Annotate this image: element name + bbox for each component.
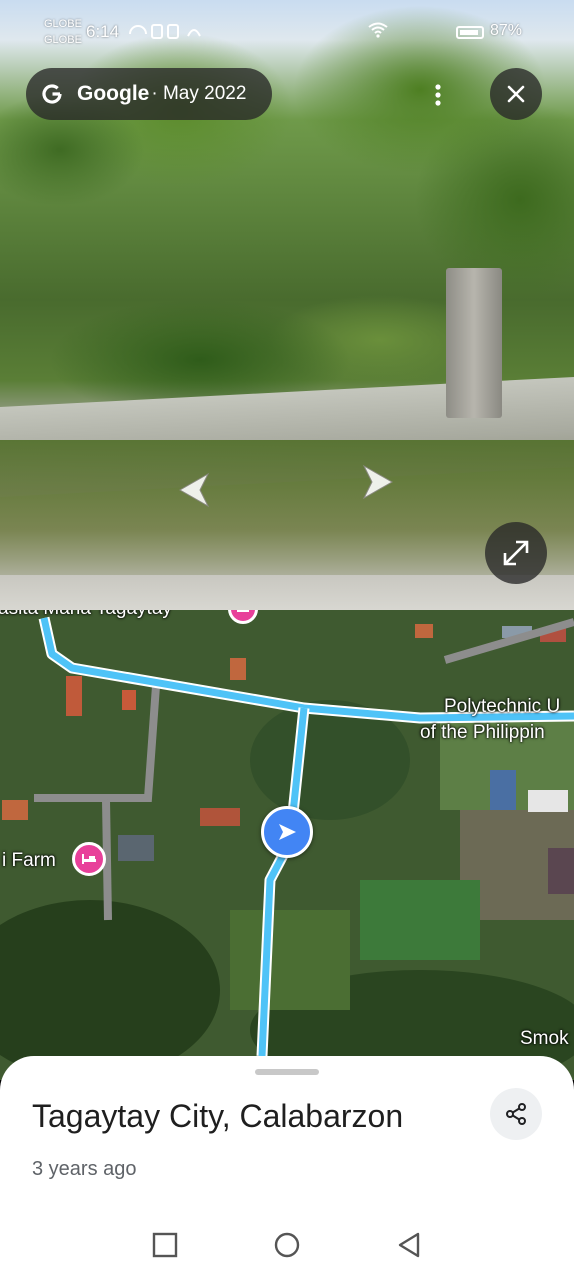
- hotel-icon: [237, 610, 249, 612]
- close-icon: [507, 85, 525, 103]
- place-bottom-sheet[interactable]: Tagaytay City, Calabarzon 3 years ago: [0, 1056, 574, 1280]
- navigate-forward-arrow[interactable]: [356, 460, 400, 504]
- carrier-2: GLOBE: [44, 34, 82, 46]
- imagery-source-pill: Google · May 2022: [26, 68, 272, 120]
- place-label-smoke[interactable]: Smok: [520, 1028, 569, 1050]
- notification-icons: [129, 24, 201, 39]
- expand-icon: [503, 540, 529, 566]
- place-label-polytechnic-2[interactable]: of the Philippin: [420, 722, 545, 744]
- road-image: [0, 575, 574, 610]
- carrier-labels: GLOBE GLOBE: [44, 16, 82, 48]
- battery-icon: [456, 26, 484, 39]
- home-button[interactable]: [272, 1230, 302, 1260]
- direction-arrow-icon: [279, 824, 296, 840]
- share-button[interactable]: [490, 1088, 542, 1140]
- place-label-polytechnic-1[interactable]: Polytechnic U: [444, 696, 560, 718]
- satellite-map[interactable]: asita Maria Tagaytay Polytechnic U of th…: [0, 610, 574, 1080]
- place-title: Tagaytay City, Calabarzon: [32, 1098, 404, 1134]
- expand-button[interactable]: [485, 522, 547, 584]
- navigate-back-arrow[interactable]: [172, 468, 216, 512]
- clock: 6:14: [86, 22, 120, 41]
- street-view-panorama[interactable]: GLOBE GLOBE 6:14 87% Google · May 2022: [0, 0, 574, 610]
- status-bar: GLOBE GLOBE 6:14 87%: [0, 0, 574, 64]
- place-label-top: asita Maria Tagaytay: [0, 610, 172, 620]
- hotel-pin-farm[interactable]: [72, 842, 106, 876]
- close-button[interactable]: [490, 68, 542, 120]
- share-icon: [506, 1103, 526, 1125]
- capture-date: · May 2022: [151, 83, 247, 104]
- place-label-farm[interactable]: i Farm: [2, 850, 56, 872]
- system-navigation-bar: [0, 1216, 574, 1280]
- recents-button[interactable]: [150, 1230, 180, 1260]
- place-subtitle: 3 years ago: [32, 1158, 137, 1180]
- back-button[interactable]: [394, 1230, 424, 1260]
- drag-handle[interactable]: [255, 1069, 319, 1075]
- battery-level: 87%: [490, 22, 523, 39]
- more-options-button[interactable]: [412, 70, 464, 120]
- fence-post-image: [446, 268, 502, 418]
- wifi-icon: [368, 22, 388, 38]
- carrier-1: GLOBE: [44, 18, 82, 30]
- current-location-marker[interactable]: [261, 806, 313, 858]
- google-brand-label: Google: [77, 82, 150, 105]
- google-g-icon: [42, 84, 62, 104]
- hotel-icon: [82, 854, 96, 864]
- more-vert-icon: [435, 84, 441, 106]
